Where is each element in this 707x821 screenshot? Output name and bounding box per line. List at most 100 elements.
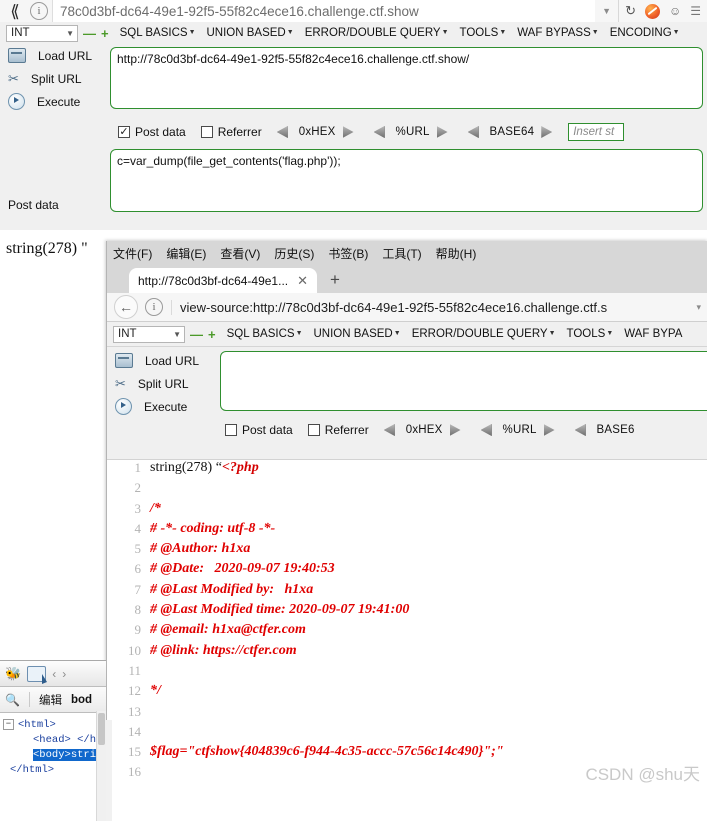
- chevron-down-icon[interactable]: ▼: [595, 6, 618, 16]
- dom-node-label: <body>: [33, 749, 71, 761]
- url-encode-button-inner[interactable]: [544, 424, 555, 436]
- arrow-left-icon: [574, 424, 586, 436]
- site-info-icon[interactable]: i: [30, 2, 48, 20]
- menu-view[interactable]: 查看(V): [220, 245, 260, 262]
- base64-encode-button[interactable]: [541, 126, 552, 138]
- post-data-checkbox-outer[interactable]: ✓: [118, 126, 130, 138]
- chevron-down-icon: ▼: [295, 330, 303, 338]
- menu-label: ERROR/DOUBLE QUERY: [304, 27, 441, 39]
- hackbar-menu-tools[interactable]: TOOLS▼: [460, 27, 507, 39]
- menu-bookmarks[interactable]: 书签(B): [328, 245, 368, 262]
- dom-node-html[interactable]: − <html>: [3, 718, 106, 733]
- adblock-shield-icon[interactable]: [644, 3, 660, 19]
- referrer-checkbox-inner[interactable]: [307, 424, 320, 436]
- browser-tab[interactable]: http://78c0d3bf-dc64-49e1... ✕: [129, 268, 318, 293]
- hackbar-outer-actions: Load URL ✂ Split URL Execute: [0, 44, 108, 113]
- menu-help[interactable]: 帮助(H): [436, 245, 477, 262]
- devtools-scrollbar[interactable]: [96, 711, 106, 821]
- menu-edit[interactable]: 编辑(E): [166, 245, 206, 262]
- hex-encode-button[interactable]: [343, 126, 354, 138]
- devtools-breadcrumb[interactable]: bod: [71, 694, 92, 706]
- hackbar-menu-error-double-query[interactable]: ERROR/DOUBLE QUERY▼: [305, 27, 449, 39]
- devtools-tabbar: 🔍 编辑 bod: [0, 687, 106, 713]
- arrow-left-icon: [383, 424, 395, 436]
- privacy-badger-icon[interactable]: ☺: [669, 4, 681, 18]
- hackbar-menu-waf-bypass-inner[interactable]: WAF BYPA: [624, 328, 682, 340]
- outer-back-button[interactable]: ⟪: [2, 1, 28, 21]
- base64-decode-button-inner[interactable]: [574, 424, 586, 436]
- hackbar-inner-menubar: INT ▼ — + SQL BASICS▼ UNION BASED▼ ERROR…: [107, 322, 707, 347]
- hackbar-remove-button[interactable]: —: [83, 27, 96, 40]
- site-info-icon[interactable]: i: [145, 298, 163, 316]
- reload-icon[interactable]: ↻: [625, 3, 636, 19]
- hex-decode-button[interactable]: [276, 126, 288, 138]
- execute-button-inner[interactable]: Execute: [107, 395, 215, 418]
- hex-encode-button-inner[interactable]: [450, 424, 461, 436]
- new-tab-button[interactable]: +: [330, 270, 340, 290]
- chevron-down-icon[interactable]: ▾: [689, 302, 707, 313]
- load-url-button[interactable]: Load URL: [0, 44, 108, 67]
- url-decode-button[interactable]: [373, 126, 385, 138]
- split-url-button-inner[interactable]: ✂ Split URL: [107, 372, 215, 395]
- referrer-checkbox-outer[interactable]: [200, 126, 213, 138]
- dom-node-head[interactable]: <head> </hea: [3, 733, 106, 748]
- hackbar-url-input-inner[interactable]: [220, 351, 707, 411]
- line-prefix: string(278) “: [150, 460, 222, 475]
- hackbar-type-select-outer[interactable]: INT ▼: [6, 24, 78, 42]
- devtools-edit-button[interactable]: 编辑: [39, 692, 62, 708]
- chevron-down-icon: ▼: [672, 29, 680, 37]
- inner-back-button[interactable]: ←: [114, 295, 138, 319]
- inner-window-left-scrollbar[interactable]: [106, 720, 112, 821]
- scrollbar-thumb[interactable]: [98, 713, 105, 745]
- menu-tools[interactable]: 工具(T): [382, 245, 421, 262]
- dom-node-html-close[interactable]: </html>: [3, 763, 106, 778]
- post-data-checkbox-inner[interactable]: [225, 424, 237, 436]
- hackbar-postdata-input-outer[interactable]: c=var_dump(file_get_contents('flag.php')…: [110, 149, 703, 212]
- menu-history[interactable]: 历史(S): [274, 245, 314, 262]
- hackbar-inner-actions: Load URL ✂ Split URL Execute: [107, 349, 215, 418]
- split-url-button[interactable]: ✂ Split URL: [0, 67, 108, 90]
- hackbar-type-value: INT: [118, 328, 137, 340]
- post-data-value: c=var_dump(file_get_contents('flag.php')…: [117, 154, 341, 168]
- prev-button[interactable]: ‹: [52, 667, 56, 681]
- url-decode-button-inner[interactable]: [480, 424, 492, 436]
- dom-node-body[interactable]: <body>strin: [3, 748, 106, 763]
- line-number: 7: [134, 581, 142, 597]
- base64-decode-button[interactable]: [467, 126, 479, 138]
- url-encode-button[interactable]: [437, 126, 448, 138]
- hackbar-options-row-inner: Post data Referrer 0xHEX %URL BASE6: [225, 423, 642, 437]
- source-line: 1 string(278) “<?php: [107, 460, 707, 480]
- close-icon[interactable]: ✕: [297, 273, 308, 289]
- next-button[interactable]: ›: [62, 667, 66, 681]
- hackbar-menu-sql-basics-inner[interactable]: SQL BASICS▼: [227, 328, 303, 340]
- hackbar-url-input-outer[interactable]: http://78c0d3bf-dc64-49e1-92f5-55f82c4ec…: [110, 47, 703, 109]
- post-data-label-inner: Post data: [242, 423, 293, 437]
- collapse-toggle-icon[interactable]: −: [3, 718, 14, 730]
- insert-string-input-outer[interactable]: Insert st: [568, 123, 625, 141]
- hackbar-menu-error-double-query-inner[interactable]: ERROR/DOUBLE QUERY▼: [412, 328, 556, 340]
- hackbar-type-select-inner[interactable]: INT ▼: [113, 325, 185, 343]
- hackbar-menu-tools-inner[interactable]: TOOLS▼: [567, 328, 614, 340]
- line-number: 9: [134, 622, 142, 638]
- execute-button[interactable]: Execute: [0, 90, 108, 113]
- hex-decode-button-inner[interactable]: [383, 424, 395, 436]
- search-icon[interactable]: 🔍: [5, 693, 20, 707]
- firebug-icon[interactable]: 🐝: [5, 666, 21, 682]
- hackbar-menu-waf-bypass[interactable]: WAF BYPASS▼: [517, 27, 598, 39]
- var-dump-output: string(278) ": [6, 240, 88, 257]
- load-url-button-inner[interactable]: Load URL: [107, 349, 215, 372]
- source-line: 2: [107, 480, 707, 500]
- hackbar-add-button[interactable]: +: [101, 27, 109, 40]
- overflow-menu-icon[interactable]: ☰: [690, 4, 701, 18]
- hackbar-add-button-inner[interactable]: +: [208, 328, 216, 341]
- menu-file[interactable]: 文件(F): [113, 245, 152, 262]
- hackbar-menu-union-based[interactable]: UNION BASED▼: [207, 27, 294, 39]
- hackbar-menu-union-based-inner[interactable]: UNION BASED▼: [314, 328, 401, 340]
- hackbar-menu-encoding[interactable]: ENCODING▼: [610, 27, 680, 39]
- execute-label: Execute: [144, 399, 188, 414]
- hackbar-menu-sql-basics[interactable]: SQL BASICS▼: [120, 27, 196, 39]
- inspect-element-icon[interactable]: [27, 665, 48, 684]
- hackbar-remove-button-inner[interactable]: —: [190, 328, 203, 341]
- outer-url-input[interactable]: 78c0d3bf-dc64-49e1-92f5-55f82c4ece16.cha…: [52, 0, 596, 22]
- inner-url-input[interactable]: view-source:http://78c0d3bf-dc64-49e1-92…: [171, 299, 689, 315]
